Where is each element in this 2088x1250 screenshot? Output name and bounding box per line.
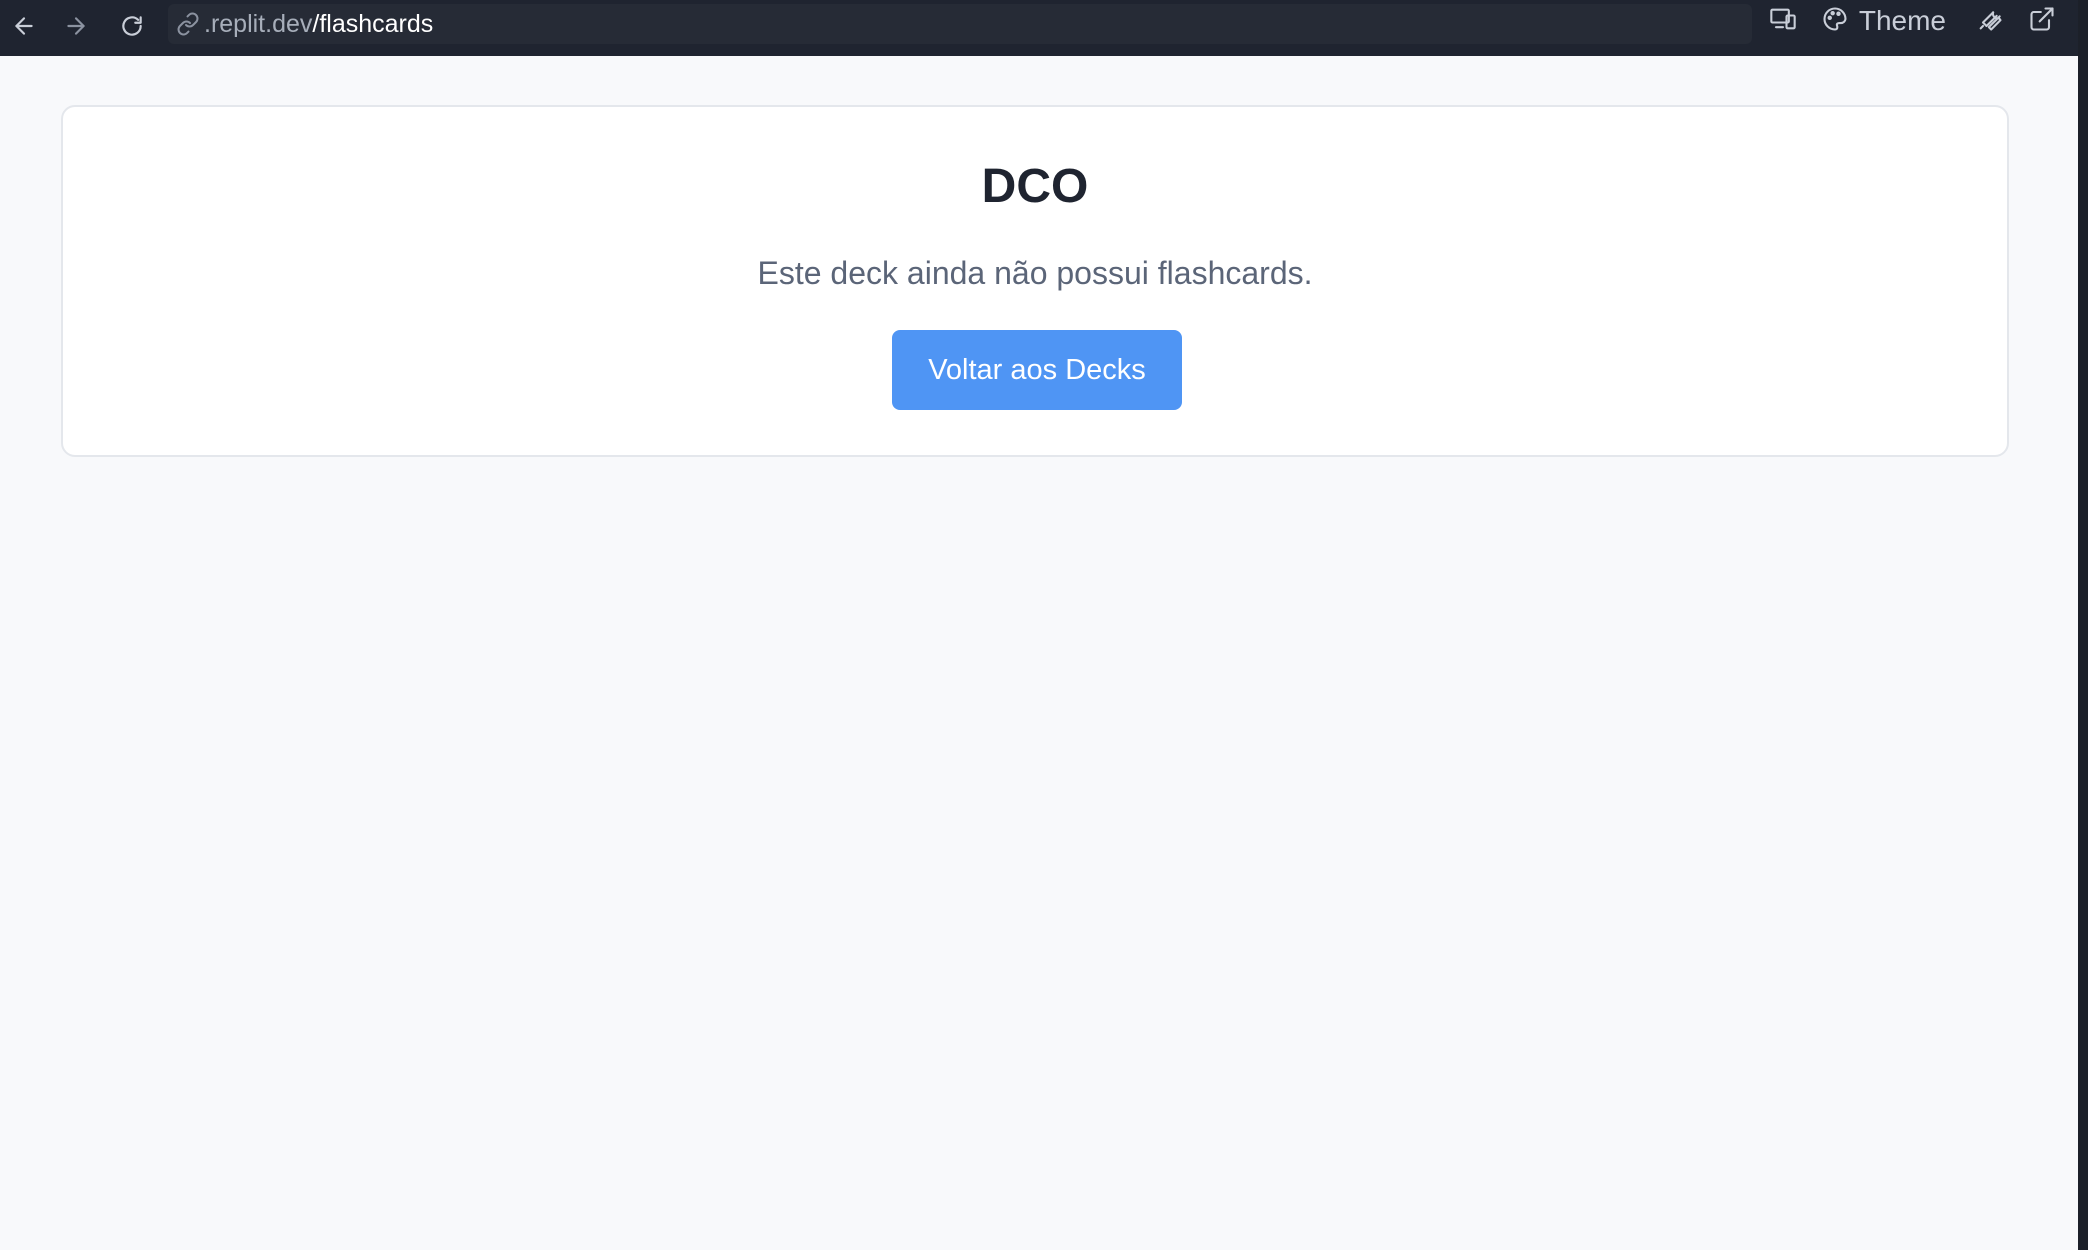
devices-button[interactable] (1757, 0, 1809, 42)
theme-label: Theme (1858, 5, 1946, 36)
palette-icon (1821, 5, 1849, 38)
open-new-tab-button[interactable] (2016, 0, 2068, 42)
window-edge (2078, 0, 2088, 1250)
deck-title: DCO (981, 160, 1089, 213)
address-bar[interactable]: .replit.dev/flashcards (168, 4, 1752, 44)
theme-button[interactable]: Theme (1809, 0, 1950, 42)
deck-card: DCO Este deck ainda não possui flashcard… (61, 105, 2009, 457)
browser-toolbar: .replit.dev/flashcards Theme (0, 0, 2078, 56)
empty-deck-message: Este deck ainda não possui flashcards. (757, 255, 1313, 291)
reload-button[interactable] (104, 0, 160, 56)
reload-icon (119, 13, 145, 44)
toolbar-tools: Theme (1757, 0, 2068, 42)
devices-icon (1769, 5, 1797, 38)
link-icon (176, 12, 200, 36)
forward-button[interactable] (48, 0, 104, 56)
url-path: /flashcards (312, 9, 434, 38)
back-to-decks-button[interactable]: Voltar aos Decks (892, 330, 1182, 410)
wrench-icon (1976, 5, 2004, 38)
back-arrow-icon (11, 13, 37, 44)
forward-arrow-icon (63, 13, 89, 44)
external-link-icon (2028, 5, 2056, 38)
back-button[interactable] (0, 0, 48, 56)
devtools-button[interactable] (1964, 0, 2016, 42)
url-host: .replit.dev (204, 9, 313, 38)
